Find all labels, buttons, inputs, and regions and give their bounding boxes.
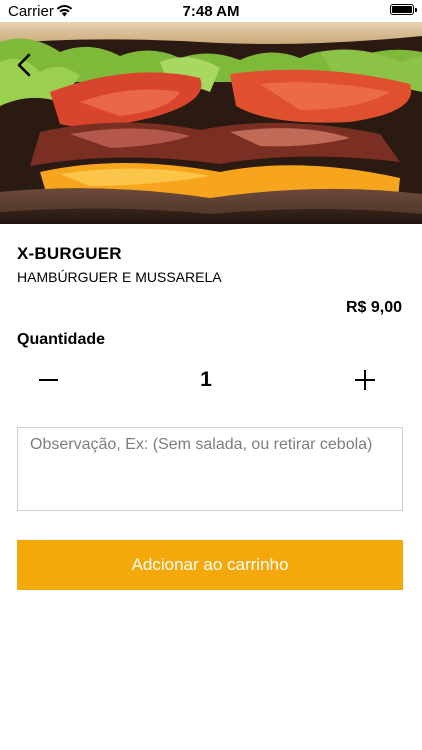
product-image — [0, 22, 422, 224]
increase-quantity-button[interactable] — [347, 363, 383, 397]
product-description: HAMBÚRGUER E MUSSARELA — [17, 269, 222, 285]
quantity-label: Quantidade — [17, 331, 106, 348]
back-button[interactable] — [10, 50, 40, 80]
add-to-cart-button[interactable]: Adcionar ao carrinho — [17, 540, 403, 590]
battery-icon — [390, 4, 417, 15]
notes-field[interactable] — [17, 427, 403, 511]
chevron-left-icon — [17, 53, 31, 77]
status-bar: Carrier 7:48 AM — [0, 0, 422, 22]
burger-photo-icon — [0, 22, 422, 224]
clock: 7:48 AM — [182, 3, 240, 20]
product-name: X-BURGUER — [17, 244, 122, 263]
product-price: R$ 9,00 — [345, 299, 402, 316]
